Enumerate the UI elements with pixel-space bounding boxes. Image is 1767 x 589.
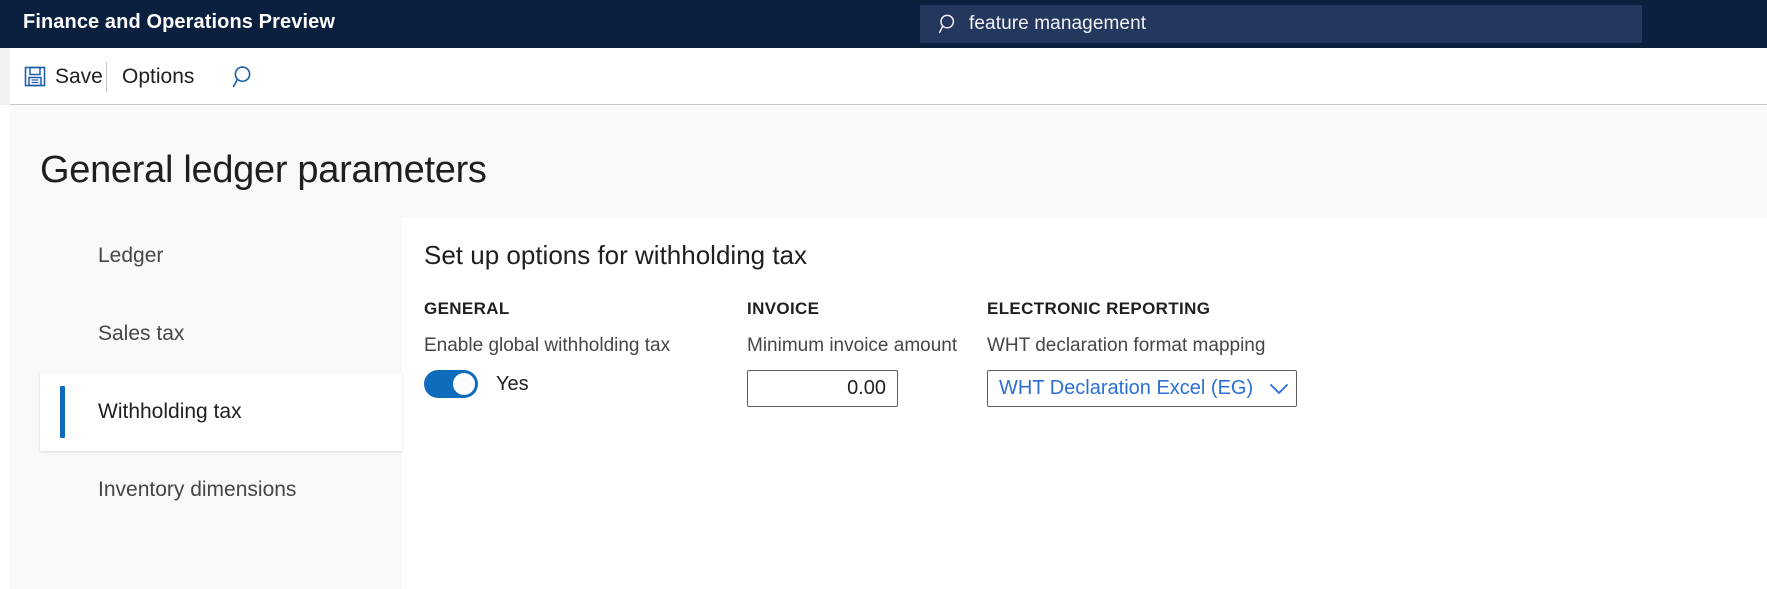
save-button[interactable]: Save: [24, 48, 103, 105]
top-navigation-bar: Finance and Operations Preview feature m…: [0, 0, 1767, 48]
sidebar-item-label: Inventory dimensions: [98, 478, 297, 501]
wht-declaration-format-mapping-label: WHT declaration format mapping: [987, 335, 1266, 356]
application-window: Finance and Operations Preview feature m…: [0, 0, 1767, 589]
toolbar-divider: [106, 62, 107, 92]
sidebar-item-label: Ledger: [98, 244, 164, 267]
enable-global-withholding-tax-toggle[interactable]: [424, 370, 478, 398]
group-invoice: INVOICE Minimum invoice amount 0.00: [747, 299, 977, 407]
selected-indicator-bar: [60, 386, 65, 438]
toolbar-search-button[interactable]: [231, 48, 257, 105]
sidebar-item-label: Withholding tax: [98, 400, 242, 423]
page-body: General ledger parameters Ledger Sales t…: [10, 105, 1767, 589]
global-search-input[interactable]: feature management: [920, 5, 1642, 43]
minimum-invoice-amount-input[interactable]: 0.00: [747, 370, 898, 407]
wht-declaration-format-mapping-value: WHT Declaration Excel (EG): [999, 377, 1254, 399]
command-toolbar: Save Options: [0, 48, 1767, 105]
group-invoice-heading: INVOICE: [747, 299, 820, 318]
toggle-knob: [453, 373, 475, 395]
save-button-label: Save: [55, 64, 103, 88]
minimum-invoice-amount-value: 0.00: [847, 377, 886, 399]
minimum-invoice-amount-label: Minimum invoice amount: [747, 335, 958, 356]
sidebar-item-label: Sales tax: [98, 322, 185, 345]
search-icon: [938, 13, 960, 35]
sidebar-item-sales-tax[interactable]: Sales tax: [40, 295, 402, 373]
options-button-label: Options: [122, 64, 195, 88]
global-search-text: feature management: [969, 13, 1147, 34]
options-button[interactable]: Options: [122, 48, 194, 105]
enable-global-withholding-tax-field: Yes: [424, 370, 734, 398]
search-icon: [231, 64, 257, 90]
sidebar-item-inventory-dimensions[interactable]: Inventory dimensions: [40, 451, 402, 529]
settings-sidebar: Ledger Sales tax Withholding tax Invento…: [40, 217, 402, 589]
app-title: Finance and Operations Preview: [23, 11, 335, 33]
toolbar-left-gutter: [0, 48, 10, 105]
page-title: General ledger parameters: [40, 149, 487, 191]
chevron-down-icon[interactable]: [1262, 382, 1296, 396]
group-electronic-reporting-heading: ELECTRONIC REPORTING: [987, 299, 1211, 318]
sidebar-item-withholding-tax[interactable]: Withholding tax: [40, 373, 402, 451]
group-electronic-reporting: ELECTRONIC REPORTING WHT declaration for…: [987, 299, 1407, 407]
wht-declaration-format-mapping-dropdown[interactable]: WHT Declaration Excel (EG): [987, 370, 1297, 407]
content-heading: Set up options for withholding tax: [424, 240, 808, 270]
toggle-value-label: Yes: [496, 372, 529, 395]
group-general: GENERAL Enable global withholding tax Ye…: [424, 299, 734, 398]
group-general-heading: GENERAL: [424, 299, 510, 318]
save-floppy-icon: [24, 65, 47, 88]
settings-content-panel: Set up options for withholding tax GENER…: [402, 217, 1767, 589]
enable-global-withholding-tax-label: Enable global withholding tax: [424, 335, 671, 356]
sidebar-item-ledger[interactable]: Ledger: [40, 217, 402, 295]
